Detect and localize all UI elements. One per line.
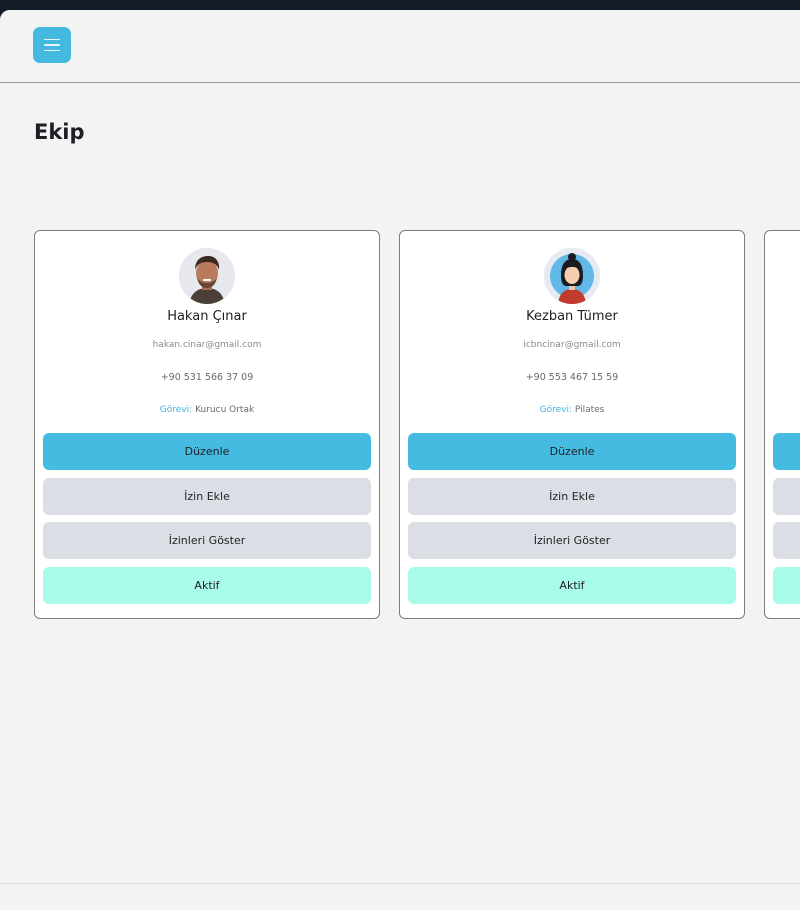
- page-title: Ekip: [34, 120, 85, 144]
- show-leaves-button[interactable]: İzinleri Göster: [43, 522, 371, 559]
- hamburger-menu-icon[interactable]: [33, 27, 71, 63]
- status-active-button[interactable]: Aktif: [43, 567, 371, 604]
- role-label: Görevi:: [539, 405, 572, 415]
- top-bar: [0, 10, 800, 83]
- role-label: Görevi:: [159, 405, 193, 415]
- team-member-card: Kezban Tümer icbncinar@gmail.com +90 553…: [399, 230, 745, 619]
- add-leave-button[interactable]: İzin Ekle: [408, 478, 736, 515]
- add-leave-button[interactable]: İzin Ekle: [43, 478, 371, 515]
- member-role: Görevi: Pilates: [400, 405, 744, 415]
- menu-line: [44, 44, 60, 46]
- team-cards: Hakan Çınar hakan.cinar@gmail.com +90 53…: [34, 230, 800, 622]
- status-active-button[interactable]: [773, 567, 800, 604]
- show-leaves-button[interactable]: İzinleri Göster: [408, 522, 736, 559]
- edit-button[interactable]: Düzenle: [43, 433, 371, 470]
- member-phone: +90 553 467 15 59: [525, 372, 619, 383]
- app-window: Ekip Hakan Çınar hakan.cinar@gmail.com +…: [0, 10, 800, 910]
- member-email: icbncinar@gmail.com: [523, 340, 621, 350]
- add-leave-button[interactable]: [773, 478, 800, 515]
- team-member-card: Hakan Çınar hakan.cinar@gmail.com +90 53…: [34, 230, 380, 619]
- member-email: hakan.cinar@gmail.com: [152, 340, 262, 350]
- menu-line: [44, 49, 60, 52]
- edit-button[interactable]: Düzenle: [408, 433, 736, 470]
- edit-button[interactable]: [773, 433, 800, 470]
- role-value: Pilates: [574, 405, 605, 415]
- member-phone: +90 531 566 37 09: [160, 372, 254, 383]
- menu-line: [44, 38, 60, 41]
- member-role: Görevi: Kurucu Ortak: [35, 405, 379, 415]
- member-name: Kezban Tümer: [526, 309, 618, 324]
- status-active-button[interactable]: Aktif: [408, 567, 736, 604]
- man-portrait-avatar: [179, 248, 235, 304]
- woman-illustration-avatar: [544, 248, 600, 304]
- role-value: Kurucu Ortak: [195, 405, 255, 415]
- team-member-card-partial: [764, 230, 800, 619]
- bottom-divider: [0, 883, 800, 884]
- show-leaves-button[interactable]: [773, 522, 800, 559]
- member-name: Hakan Çınar: [167, 309, 247, 324]
